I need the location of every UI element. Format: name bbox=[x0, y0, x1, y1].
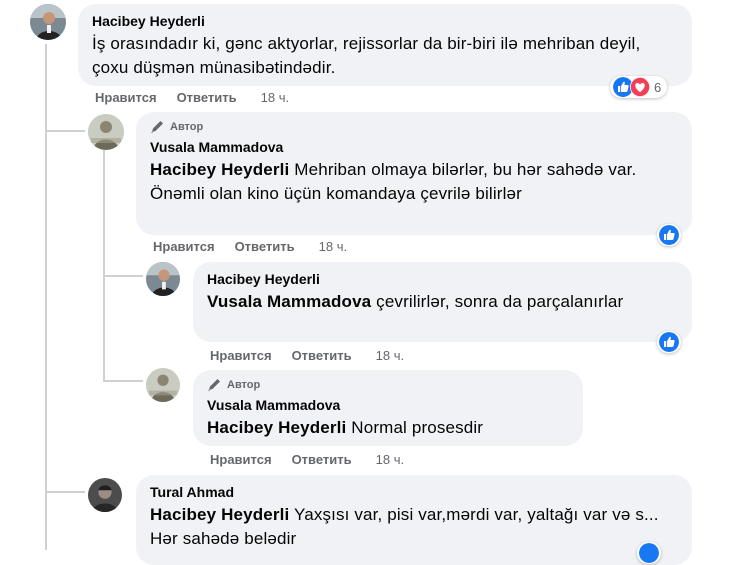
like-icon bbox=[639, 543, 659, 563]
comment-time[interactable]: 18 ч. bbox=[261, 90, 289, 105]
comment-author[interactable]: Hacibey Heyderli bbox=[207, 270, 680, 288]
author-badge: Автор bbox=[150, 120, 680, 134]
pencil-icon bbox=[151, 121, 163, 133]
comment-text: Hacibey Heyderli Yaxşısı var, pisi var,m… bbox=[150, 505, 659, 548]
comment-bubble: Автор Vusala Mammadova Hacibey Heyderli … bbox=[136, 112, 692, 235]
comment-bubble: Hacibey Heyderli İş orasındadır ki, gənc… bbox=[78, 4, 692, 86]
comment-text: İş orasındadır ki, gənc aktyorlar, rejis… bbox=[92, 34, 641, 77]
mention-link[interactable]: Vusala Mammadova bbox=[207, 292, 371, 311]
thread-line bbox=[103, 150, 105, 380]
comment-actions: Нравится Ответить 18 ч. bbox=[153, 238, 347, 254]
like-button[interactable]: Нравится bbox=[210, 348, 272, 363]
reaction-count: 6 bbox=[654, 79, 662, 95]
pencil-icon bbox=[208, 379, 220, 391]
mention-link[interactable]: Hacibey Heyderli bbox=[207, 418, 346, 437]
comment-text: Hacibey Heyderli Mehriban olmaya bilərlə… bbox=[150, 160, 637, 203]
thread-line bbox=[103, 275, 143, 277]
love-icon bbox=[630, 77, 650, 97]
comment-author[interactable]: Tural Ahmad bbox=[150, 483, 680, 501]
reply-button[interactable]: Ответить bbox=[292, 452, 352, 467]
comment-author[interactable]: Hacibey Heyderli bbox=[92, 12, 680, 30]
like-icon bbox=[659, 225, 679, 245]
like-icon bbox=[659, 332, 679, 352]
author-badge: Автор bbox=[207, 378, 571, 392]
mention-link[interactable]: Hacibey Heyderli bbox=[150, 160, 289, 179]
comment-bubble: Hacibey Heyderli Vusala Mammadova çevril… bbox=[193, 262, 692, 342]
reply-button[interactable]: Ответить bbox=[292, 348, 352, 363]
comment-actions: Нравится Ответить 18 ч. bbox=[210, 347, 404, 363]
thread-line bbox=[45, 491, 85, 493]
comment-text: Vusala Mammadova çevrilirlər, sonra da p… bbox=[207, 292, 624, 311]
thread-line bbox=[45, 130, 85, 132]
comment-bubble: Tural Ahmad Hacibey Heyderli Yaxşısı var… bbox=[136, 475, 692, 565]
reaction-summary[interactable] bbox=[657, 224, 681, 246]
thread-line bbox=[45, 44, 47, 550]
comment-time[interactable]: 18 ч. bbox=[376, 452, 404, 467]
thread-line bbox=[103, 380, 143, 382]
comment-author[interactable]: Vusala Mammadova bbox=[207, 396, 571, 414]
like-button[interactable]: Нравится bbox=[95, 90, 157, 105]
like-button[interactable]: Нравится bbox=[210, 452, 272, 467]
comment-text: Hacibey Heyderli Normal prosesdir bbox=[207, 418, 484, 437]
like-button[interactable]: Нравится bbox=[153, 239, 215, 254]
reaction-summary[interactable] bbox=[657, 331, 681, 353]
avatar[interactable] bbox=[146, 368, 180, 402]
reply-button[interactable]: Ответить bbox=[177, 90, 237, 105]
reaction-summary[interactable]: 6 bbox=[610, 76, 668, 98]
avatar[interactable] bbox=[88, 114, 124, 150]
reply-button[interactable]: Ответить bbox=[235, 239, 295, 254]
mention-link[interactable]: Hacibey Heyderli bbox=[150, 505, 289, 524]
reaction-summary[interactable] bbox=[637, 542, 661, 564]
comment-time[interactable]: 18 ч. bbox=[319, 239, 347, 254]
comment-actions: Нравится Ответить 18 ч. bbox=[210, 451, 404, 467]
comment-author[interactable]: Vusala Mammadova bbox=[150, 138, 680, 156]
avatar[interactable] bbox=[88, 478, 122, 512]
comment-bubble: Автор Vusala Mammadova Hacibey Heyderli … bbox=[193, 370, 583, 446]
comment-time[interactable]: 18 ч. bbox=[376, 348, 404, 363]
avatar[interactable] bbox=[30, 4, 66, 40]
avatar[interactable] bbox=[146, 262, 180, 296]
comment-actions: Нравится Ответить 18 ч. bbox=[95, 89, 289, 105]
